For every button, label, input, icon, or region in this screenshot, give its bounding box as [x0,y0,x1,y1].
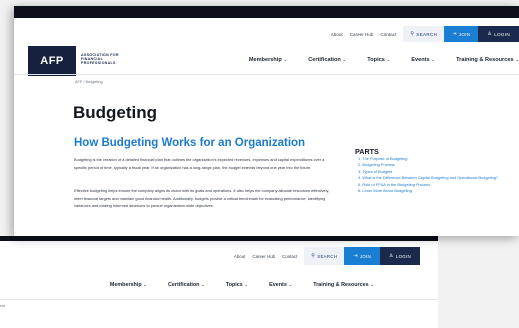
nav-events[interactable]: Events ⌄ [411,57,435,63]
breadcrumb[interactable]: ent [0,304,5,308]
logo-mark: AFP [40,55,64,67]
about-link[interactable]: About [234,254,245,259]
user-icon: ♙ [389,253,394,259]
chevron-down-icon: ⌄ [386,57,391,62]
login-button[interactable]: ♙ LOGIN [380,247,420,265]
parts-heading: PARTS [355,147,379,156]
contact-link[interactable]: Contact [380,32,396,37]
chevron-down-icon: ⌄ [143,282,148,287]
chevron-down-icon: ⌄ [288,282,293,287]
main-nav: Membership ⌄ Certification ⌄ Topics ⌄ Ev… [228,57,519,63]
parts-link-difference[interactable]: 4. What is the Difference Between Capita… [358,175,518,181]
back-browser-window: About Career Hub Contact ⚲ SEARCH ⇥ JOIN… [0,236,438,328]
search-icon: ⚲ [410,31,415,37]
nav-label: Certification [168,282,200,288]
search-icon: ⚲ [311,253,316,259]
nav-membership[interactable]: Membership ⌄ [110,282,147,288]
utility-bar: About Career Hub Contact ⚲ SEARCH ⇥ JOIN… [234,247,420,265]
section-title: How Budgeting Works for an Organization [74,137,306,149]
afp-logo[interactable]: AFP [28,46,76,76]
utility-bar: About Career Hub Contact ⚲ SEARCH ⇥ JOIN… [331,26,519,42]
login-button[interactable]: ♙ LOGIN [478,26,519,42]
join-label: JOIN [458,31,471,37]
nav-label: Events [269,282,287,288]
nav-topics[interactable]: Topics ⌄ [226,282,248,288]
nav-certification[interactable]: Certification ⌄ [308,57,346,63]
career-hub-link[interactable]: Career Hub [252,254,275,259]
nav-training-resources[interactable]: Training & Resources ⌄ [313,282,374,288]
contact-link[interactable]: Contact [282,254,297,259]
top-bar [14,6,519,18]
chevron-down-icon: ⌄ [283,57,288,62]
nav-topics[interactable]: Topics ⌄ [367,57,390,63]
chevron-down-icon: ⌄ [431,57,436,62]
join-button[interactable]: ⇥ JOIN [444,26,479,42]
nav-label: Events [411,57,430,63]
join-button[interactable]: ⇥ JOIN [344,247,381,265]
search-button[interactable]: ⚲ SEARCH [403,26,445,42]
intro-paragraph: Budgeting is the creation of a detailed … [74,157,325,170]
chevron-down-icon: ⌄ [244,282,249,287]
nav-label: Certification [308,57,341,63]
nav-label: Membership [248,57,282,63]
breadcrumb[interactable]: AFP / Budgeting [75,80,103,84]
nav-label: Topics [367,57,385,63]
nav-label: Membership [109,282,142,288]
search-label: SEARCH [416,31,438,37]
career-hub-link[interactable]: Career Hub [350,32,374,37]
chevron-down-icon: ⌄ [342,57,347,62]
nav-events[interactable]: Events ⌄ [269,282,292,288]
logo-text: ASSOCIATION FOR FINANCIAL PROFESSIONALS [81,53,119,66]
nav-membership[interactable]: Membership ⌄ [249,57,287,63]
nav-label: Training & Resources [313,282,369,288]
nav-training-resources[interactable]: Training & Resources ⌄ [456,57,519,63]
chevron-down-icon: ⌄ [515,57,519,62]
parts-link-learn-more[interactable]: 6. Learn More About Budgeting [358,188,518,194]
about-link[interactable]: About [331,32,343,37]
join-icon: ⇥ [452,31,457,37]
divider [14,74,519,75]
chevron-down-icon: ⌄ [370,282,374,287]
join-label: JOIN [359,253,372,259]
main-nav: Membership ⌄ Certification ⌄ Topics ⌄ Ev… [89,282,374,288]
login-label: LOGIN [395,253,411,259]
parts-list: 1. The Purpose of Budgeting 2. Budgeting… [358,156,518,194]
search-label: SEARCH [317,253,338,259]
nav-label: Topics [225,282,243,288]
page-title: Budgeting [73,103,158,122]
nav-certification[interactable]: Certification ⌄ [168,282,205,288]
chevron-down-icon: ⌄ [200,282,205,287]
top-bar [0,236,438,241]
login-label: LOGIN [494,31,510,37]
nav-label: Training & Resources [456,57,514,63]
body-paragraph: Effective budgeting helps ensure the com… [74,188,330,209]
front-browser-window: About Career Hub Contact ⚲ SEARCH ⇥ JOIN… [14,6,519,236]
user-icon: ♙ [487,31,493,37]
divider [0,299,438,300]
join-icon: ⇥ [353,253,358,259]
search-button[interactable]: ⚲ SEARCH [304,247,345,265]
